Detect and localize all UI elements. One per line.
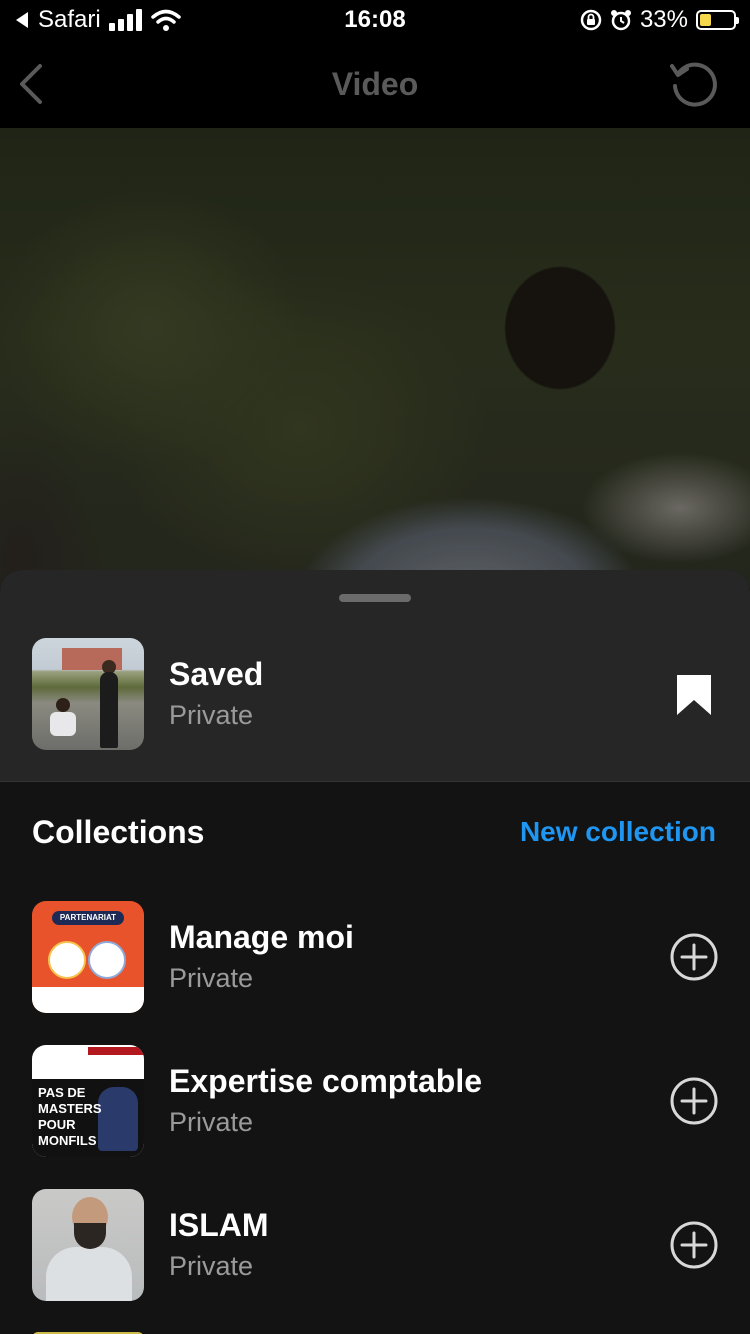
thumbnail-banner-text: PARTENARIAT [52, 911, 124, 925]
new-collection-button[interactable]: New collection [520, 816, 716, 848]
collection-title: Expertise comptable [169, 1063, 482, 1099]
saved-row[interactable]: Saved Private [0, 570, 750, 781]
collection-privacy: Private [169, 1251, 254, 1281]
refresh-icon[interactable] [668, 58, 720, 110]
collection-privacy: Private [169, 963, 254, 993]
add-circle-icon[interactable] [670, 1221, 718, 1269]
collection-thumbnail: PARTENARIAT [32, 901, 144, 1013]
battery-icon [696, 10, 739, 30]
video-player[interactable] [0, 128, 750, 588]
rotation-lock-icon [580, 9, 602, 31]
add-circle-icon[interactable] [670, 1077, 718, 1125]
status-bar: Safari 16:08 33% [0, 0, 750, 40]
saved-privacy: Private [169, 700, 254, 730]
battery-percent: 33% [639, 6, 688, 33]
saved-thumbnail [32, 638, 144, 750]
nav-bar: Video [0, 40, 750, 128]
video-dim-overlay [0, 128, 750, 588]
collection-title: ISLAM [169, 1207, 269, 1243]
save-to-collection-sheet: Saved Private Collections New collection… [0, 570, 750, 1334]
collection-privacy: Private [169, 1107, 254, 1137]
add-circle-icon[interactable] [670, 933, 718, 981]
bookmark-filled-icon[interactable] [676, 674, 712, 716]
collection-thumbnail: PAS DE MASTERS POUR MONFILS [32, 1045, 144, 1157]
collection-thumbnail [32, 1189, 144, 1301]
thumbnail-headline-text: PAS DE MASTERS POUR MONFILS [38, 1085, 102, 1148]
alarm-icon [610, 10, 631, 31]
collection-title: Manage moi [169, 919, 354, 955]
page-title: Video [331, 66, 419, 102]
sheet-grabber[interactable] [339, 594, 411, 602]
saved-title: Saved [169, 656, 264, 692]
divider [0, 781, 750, 782]
collections-header: Collections [32, 814, 205, 850]
